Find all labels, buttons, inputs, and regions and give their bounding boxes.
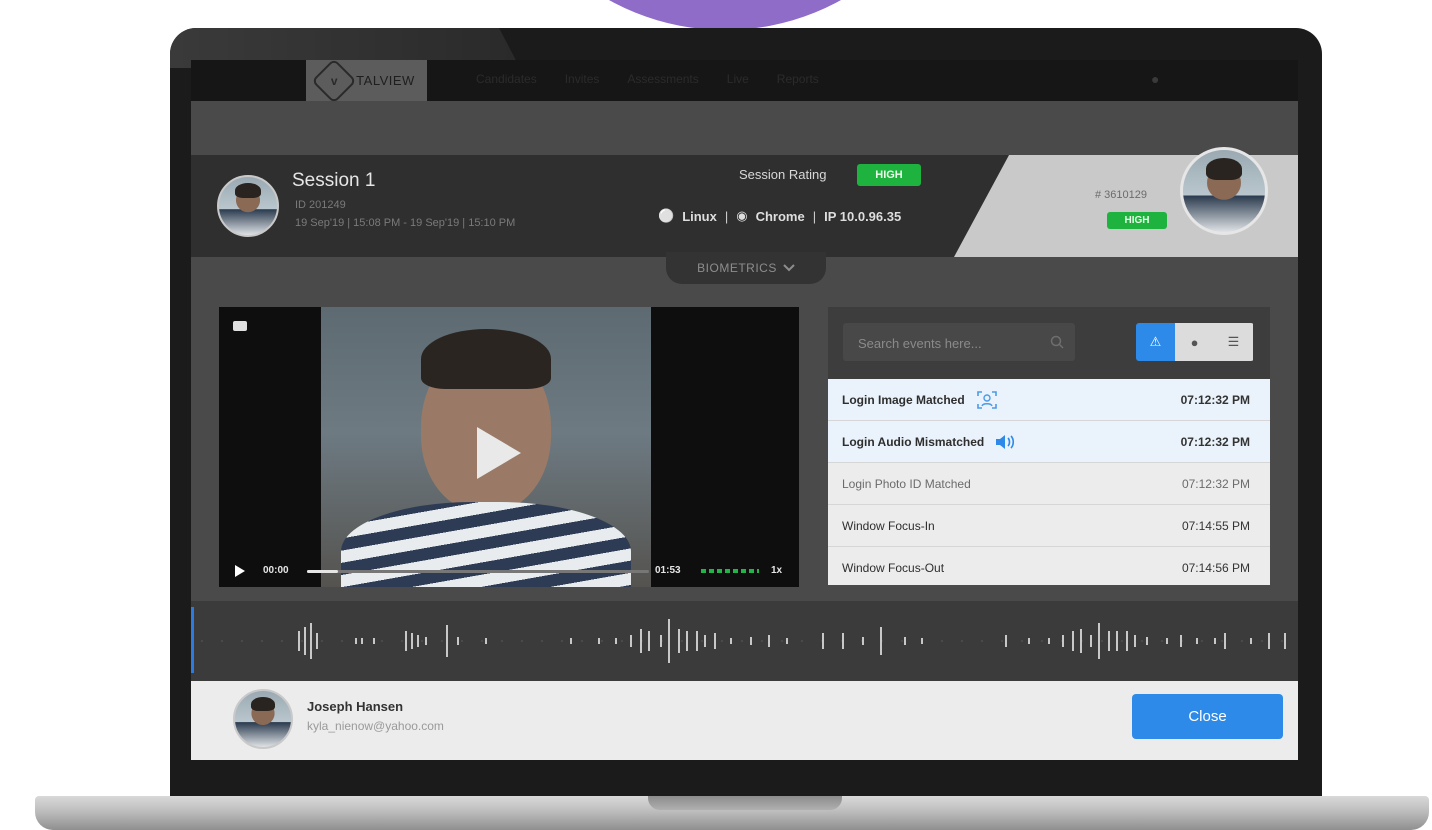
speaker-icon	[996, 434, 1015, 449]
session-rating-label: Session Rating	[739, 167, 827, 182]
video-player[interactable]: 00:00 01:53 1x	[219, 307, 799, 587]
event-row[interactable]: Login Photo ID Matched 07:12:32 PM	[828, 463, 1270, 505]
list-filter-button[interactable]: ☰	[1214, 323, 1253, 361]
event-row[interactable]: Login Image Matched 07:12:32 PM	[828, 379, 1270, 421]
chrome-icon: ◉	[736, 208, 748, 223]
playback-speed[interactable]: 1x	[771, 565, 782, 576]
seek-bar[interactable]	[307, 570, 649, 573]
event-name: Login Image Matched	[842, 392, 965, 407]
session-title: Session 1	[292, 170, 376, 191]
event-time: 07:14:55 PM	[1181, 518, 1250, 533]
captions-icon[interactable]	[233, 321, 247, 331]
warning-filter-button[interactable]: ⚠	[1136, 323, 1175, 361]
nav-item-invites[interactable]: Invites	[565, 72, 600, 86]
biometrics-label: BIOMETRICS	[697, 261, 777, 275]
candidate-footer: Joseph Hansen kyla_nienow@yahoo.com Clos…	[191, 681, 1298, 760]
os-name: Linux	[682, 208, 717, 224]
session-id: ID 201249	[295, 199, 346, 211]
laptop-notch	[648, 796, 842, 810]
event-search-input[interactable]	[843, 323, 1060, 363]
info-filter-button[interactable]: ●	[1175, 323, 1214, 361]
ip-address: IP 10.0.96.35	[824, 208, 902, 224]
event-name: Window Focus-In	[842, 518, 935, 533]
candidate-rating-badge: HIGH	[1107, 212, 1167, 229]
event-row[interactable]: Window Focus-In 07:14:55 PM	[828, 505, 1270, 547]
separator: |	[812, 208, 817, 224]
candidate-avatar	[1180, 147, 1268, 235]
separator: |	[724, 208, 729, 224]
waveform-graph	[201, 619, 1291, 663]
warning-icon: ⚠	[1149, 334, 1162, 349]
volume-meter[interactable]	[701, 569, 759, 573]
system-info: ⚪ Linux | ◉ Chrome | IP 10.0.96.35	[658, 208, 901, 224]
event-search-box	[843, 323, 1075, 363]
face-scan-icon	[976, 390, 997, 409]
list-icon: ☰	[1227, 334, 1240, 349]
event-time: 07:12:32 PM	[1180, 392, 1250, 407]
decorative-purple-circle	[490, 0, 960, 30]
event-name: Login Audio Mismatched	[842, 434, 985, 449]
nav-item-assessments[interactable]: Assessments	[627, 72, 698, 86]
event-row[interactable]: Window Focus-Out 07:14:56 PM	[828, 547, 1270, 585]
event-time: 07:12:32 PM	[1181, 476, 1250, 491]
event-list: Login Image Matched 07:12:32 PM Login Au…	[828, 379, 1270, 585]
events-panel: ⚠ ● ☰ Login Image Matched 07:12:32 PM Lo…	[828, 307, 1270, 585]
nav-menu: Candidates Invites Assessments Live Repo…	[476, 72, 819, 86]
event-filter-group: ⚠ ● ☰	[1136, 323, 1254, 361]
nav-item-candidates[interactable]: Candidates	[476, 72, 537, 86]
app-screen: v TALVIEW Candidates Invites Assessments…	[191, 60, 1298, 760]
close-button[interactable]: Close	[1132, 694, 1283, 739]
user-email: kyla_nienow@yahoo.com	[307, 719, 444, 733]
session-time-range: 19 Sep'19 | 15:08 PM - 19 Sep'19 | 15:10…	[295, 217, 516, 229]
event-name-wrap: Login Image Matched	[842, 388, 999, 412]
event-time: 07:14:56 PM	[1181, 560, 1250, 575]
top-navigation: v TALVIEW Candidates Invites Assessments…	[191, 60, 1298, 104]
play-icon[interactable]	[235, 565, 245, 577]
duration: 01:53	[655, 565, 681, 576]
talview-logo-icon: v	[311, 60, 357, 104]
nav-item-reports[interactable]: Reports	[777, 72, 819, 86]
biometrics-toggle[interactable]: BIOMETRICS	[666, 252, 826, 284]
browser-name: Chrome	[755, 208, 805, 224]
seek-progress	[307, 570, 338, 573]
play-overlay-icon[interactable]	[477, 427, 521, 479]
event-name-wrap: Login Audio Mismatched	[842, 433, 1016, 451]
info-icon: ●	[1190, 334, 1199, 350]
event-time: 07:12:32 PM	[1180, 434, 1250, 449]
candidate-id: # 3610129	[1095, 189, 1147, 201]
candidate-shirt	[341, 502, 631, 587]
user-name: Joseph Hansen	[307, 699, 404, 714]
audio-waveform[interactable]	[191, 601, 1298, 681]
session-rating-badge: HIGH	[857, 164, 921, 186]
event-row[interactable]: Login Audio Mismatched 07:12:32 PM	[828, 421, 1270, 463]
chevron-down-icon	[783, 264, 795, 272]
candidate-hair	[421, 329, 551, 389]
event-name: Login Photo ID Matched	[842, 476, 971, 491]
session-avatar	[217, 175, 279, 237]
event-name: Window Focus-Out	[842, 560, 945, 575]
brand-logo[interactable]: v TALVIEW	[306, 60, 427, 104]
current-time: 00:00	[263, 565, 289, 576]
search-icon[interactable]	[1049, 334, 1065, 350]
notification-bell-icon[interactable]: ●	[1151, 71, 1167, 87]
session-header: Session 1 ID 201249 19 Sep'19 | 15:08 PM…	[191, 147, 1298, 257]
nav-item-live[interactable]: Live	[727, 72, 749, 86]
linux-icon: ⚪	[658, 208, 675, 223]
user-avatar	[233, 689, 293, 749]
brand-name: TALVIEW	[356, 73, 415, 88]
